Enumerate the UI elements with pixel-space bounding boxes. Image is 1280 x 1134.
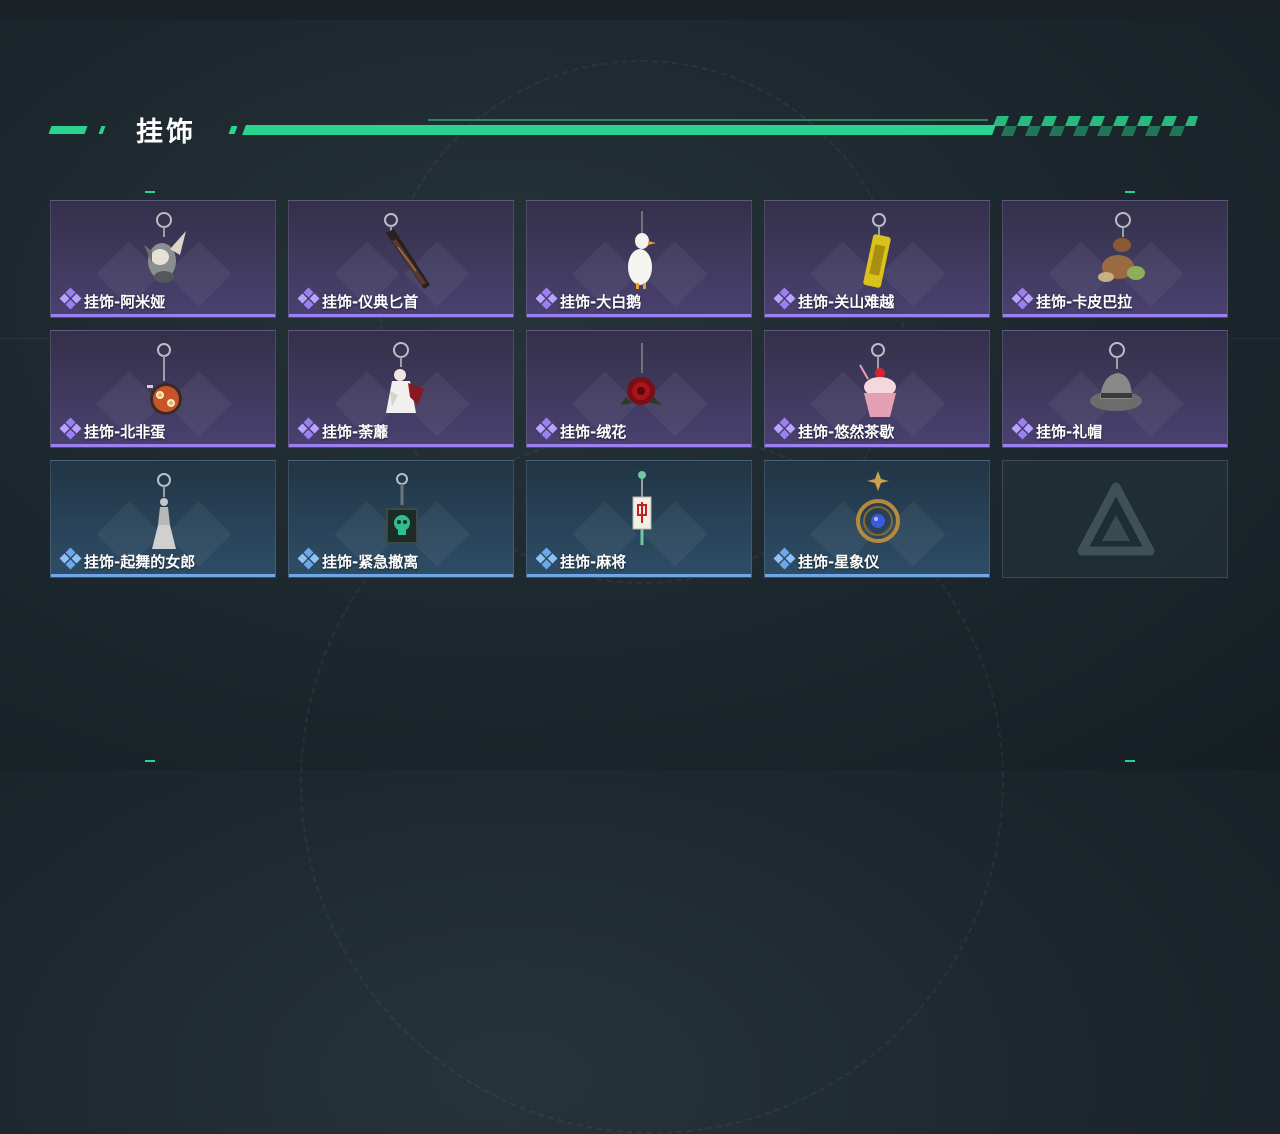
header-stripe [228,126,238,134]
charm-card[interactable]: 挂饰-起舞的女郎 [50,460,276,578]
charm-name: 挂饰-绒花 [560,423,627,441]
rarity-icon [59,417,82,440]
empty-charm-slot[interactable] [1002,460,1228,578]
charm-name: 挂饰-关山难越 [798,293,895,311]
rarity-bar [527,444,751,447]
charm-card[interactable]: 挂饰-关山难越 [764,200,990,318]
corner-tick [145,191,155,193]
rarity-bar [765,444,989,447]
charm-card[interactable]: 挂饰-北非蛋 [50,330,276,448]
corner-tick [1125,760,1135,762]
rarity-bar [51,574,275,577]
section-header: 挂饰 [48,108,1208,148]
section-title: 挂饰 [136,117,196,148]
rarity-icon [297,417,320,440]
doll-charm-icon [386,342,424,413]
charm-name: 挂饰-阿米娅 [84,293,166,311]
amiya-rabbit-charm-icon [144,212,186,283]
charm-name: 挂饰-悠然茶歇 [798,423,895,441]
yellow-can-charm-icon [863,213,891,288]
header-stripe [48,126,88,134]
charm-name: 挂饰-麻将 [560,553,627,571]
green-skull-box-charm-icon [386,473,418,544]
charm-card[interactable]: 挂饰-阿米娅 [50,200,276,318]
charm-card[interactable]: 挂饰-麻将 [526,460,752,578]
fedora-hat-charm-icon [1090,342,1142,411]
charm-name: 挂饰-大白鹅 [560,293,642,311]
corner-tick [1125,191,1135,193]
header-bar [242,125,996,135]
red-rose-charm-icon [620,343,662,405]
rarity-icon [535,547,558,570]
delta-logo-icon [1077,482,1155,556]
charm-name: 挂饰-荼蘼 [322,423,389,441]
ceremonial-dagger-charm-icon [384,213,430,289]
rarity-bar [289,574,513,577]
rarity-icon [773,417,796,440]
header-checker-pattern [993,116,1198,136]
rarity-bar [289,314,513,317]
charm-name: 挂饰-卡皮巴拉 [1036,293,1133,311]
rarity-bar [51,444,275,447]
header-thin-line [428,119,988,121]
rarity-bar [527,574,751,577]
rarity-icon [535,287,558,310]
charm-card[interactable]: 挂饰-紧急撤离 [288,460,514,578]
background-rail-left [0,338,50,339]
rarity-bar [289,444,513,447]
header-stripe [98,126,106,134]
shakshuka-pan-charm-icon [147,343,182,415]
corner-tick [145,760,155,762]
charm-card[interactable]: 挂饰-荼蘼 [288,330,514,448]
cupcake-charm-icon [859,343,896,417]
rarity-bar [765,314,989,317]
rarity-bar [765,574,989,577]
charm-card[interactable]: 挂饰-礼帽 [1002,330,1228,448]
charm-card[interactable]: 挂饰-卡皮巴拉 [1002,200,1228,318]
rarity-icon [59,287,82,310]
charm-card[interactable]: 挂饰-仪典匕首 [288,200,514,318]
charm-name: 挂饰-仪典匕首 [322,293,419,311]
rarity-bar [1003,314,1227,317]
charm-card[interactable]: 挂饰-大白鹅 [526,200,752,318]
charm-name: 挂饰-起舞的女郎 [84,553,196,571]
rarity-icon [1011,417,1034,440]
rarity-icon [773,287,796,310]
rarity-bar [51,314,275,317]
rarity-bar [1003,444,1227,447]
charm-name: 挂饰-北非蛋 [84,423,166,441]
charm-card[interactable]: 挂饰-星象仪 [764,460,990,578]
rarity-bar [527,314,751,317]
rarity-icon [297,547,320,570]
dancing-lady-charm-icon [152,473,176,549]
rarity-icon [297,287,320,310]
rarity-icon [1011,287,1034,310]
charm-name: 挂饰-礼帽 [1036,423,1103,441]
capybara-charm-icon [1098,212,1145,282]
charm-name: 挂饰-星象仪 [798,553,880,571]
rarity-icon [535,417,558,440]
mahjong-tile-charm-icon [632,471,652,545]
charm-card[interactable]: 挂饰-绒花 [526,330,752,448]
rarity-icon [773,547,796,570]
rarity-icon [59,547,82,570]
charm-card[interactable]: 挂饰-悠然茶歇 [764,330,990,448]
white-goose-charm-icon [628,211,656,289]
top-strip [0,0,1280,20]
charm-name: 挂饰-紧急撤离 [322,553,419,571]
background-rail-right [1230,338,1280,339]
astrolabe-charm-icon [856,471,900,543]
